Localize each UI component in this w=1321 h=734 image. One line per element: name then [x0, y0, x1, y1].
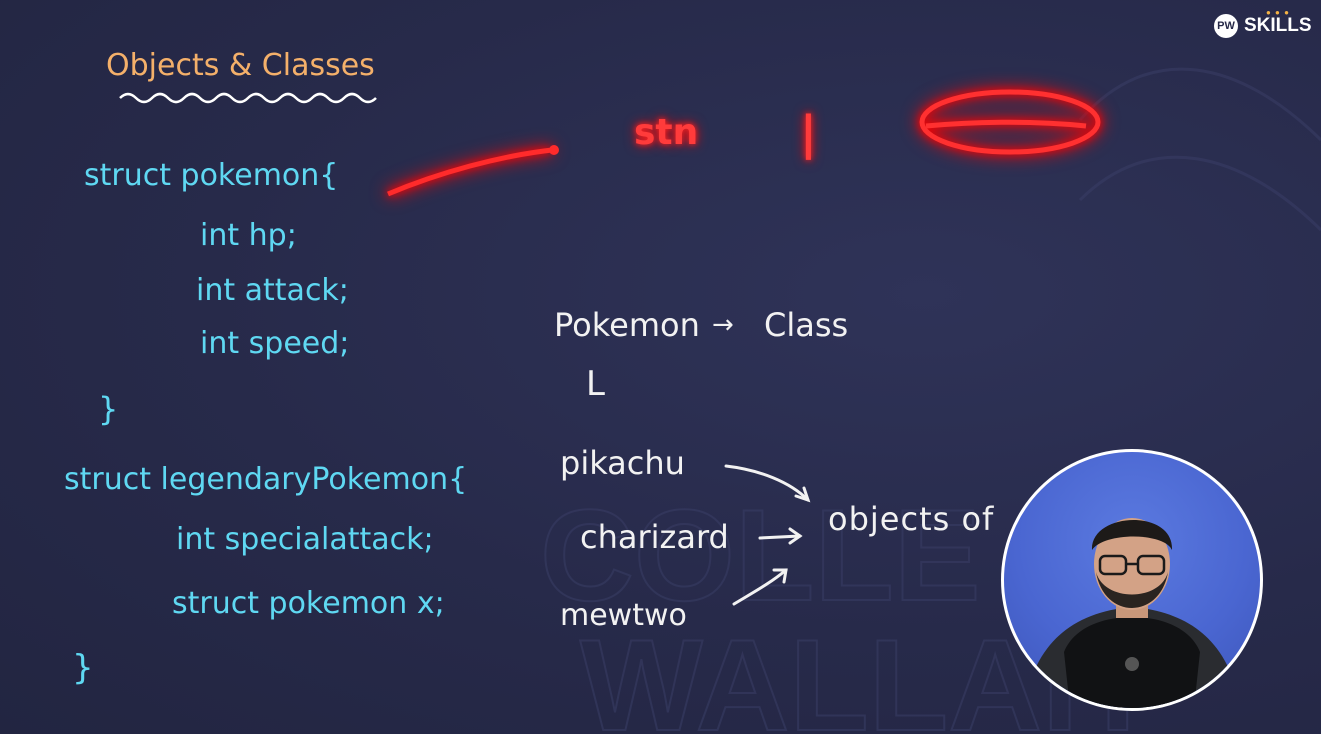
- diagram-objects-label: objects of: [828, 500, 995, 538]
- red-ellipse-mark: [919, 89, 1101, 155]
- code-line-int-attack: int attack;: [196, 273, 349, 308]
- diagram-item-pikachu: pikachu: [560, 444, 685, 482]
- code-line-struct-pokemon: struct pokemon{: [84, 158, 339, 193]
- code-line-struct-legendary: struct legendaryPokemon{: [64, 462, 468, 497]
- presenter-webcam: [1001, 449, 1263, 711]
- diagram-item-mewtwo: mewtwo: [560, 598, 687, 633]
- presenter-avatar: [1024, 518, 1240, 708]
- red-arrow-stroke: [387, 145, 559, 197]
- diagram-pokemon: Pokemon: [554, 306, 700, 344]
- page-heading: Objects & Classes: [106, 48, 375, 83]
- heading-underline: [119, 92, 377, 104]
- diagram-class-label: Class: [764, 306, 849, 344]
- code-line-int-hp: int hp;: [200, 218, 297, 253]
- code-line-struct-pokemon-x: struct pokemon x;: [172, 586, 445, 621]
- logo-text: SKILLS: [1244, 15, 1312, 36]
- pw-skills-logo: PW SKILLS ● ● ●: [1214, 8, 1312, 38]
- code-close-brace-1: }: [98, 390, 119, 428]
- pw-logo-icon: PW: [1214, 14, 1238, 38]
- code-line-int-speed: int speed;: [200, 326, 350, 361]
- red-annotation-text: stn: [634, 112, 699, 153]
- diagram-arrow-to-class: →: [712, 310, 734, 340]
- diagram-branch-mark: L: [586, 364, 605, 404]
- code-line-int-specialattack: int specialattack;: [176, 522, 434, 557]
- logo-dots-icon: ● ● ●: [1266, 8, 1290, 17]
- red-annotation-mark: |: [800, 106, 817, 160]
- diagram-item-charizard: charizard: [580, 518, 729, 556]
- diagram-arrows: [724, 464, 811, 606]
- code-close-brace-2: }: [72, 648, 94, 688]
